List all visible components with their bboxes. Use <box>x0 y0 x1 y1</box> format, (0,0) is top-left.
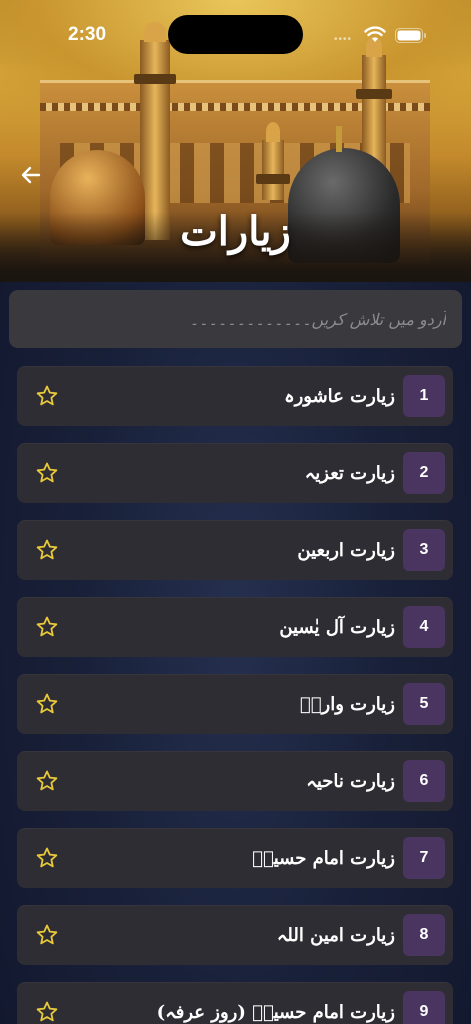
item-number-badge: 8 <box>403 914 445 956</box>
page-title: زیارات <box>180 208 291 255</box>
cellular-signal-icon: •••• <box>334 34 353 45</box>
item-title: زیارت تعزیہ <box>304 462 395 484</box>
item-number-badge: 9 <box>403 991 445 1024</box>
item-number-badge: 4 <box>403 606 445 648</box>
list-item[interactable]: زیارت وارثؑ 5 <box>17 674 453 734</box>
list-item[interactable]: زیارت عاشورہ 1 <box>17 366 453 426</box>
star-outline-icon[interactable] <box>35 461 59 485</box>
list-item[interactable]: زیارت اربعین 3 <box>17 520 453 580</box>
item-number-badge: 5 <box>403 683 445 725</box>
minaret-image <box>256 122 290 200</box>
status-bar: 2:30 •••• <box>0 0 471 70</box>
star-outline-icon[interactable] <box>35 384 59 408</box>
battery-icon <box>395 28 426 43</box>
item-number-badge: 2 <box>403 452 445 494</box>
star-outline-icon[interactable] <box>35 692 59 716</box>
item-title: زیارت عاشورہ <box>284 385 395 407</box>
list-item[interactable]: زیارت آل یٰسین 4 <box>17 597 453 657</box>
list-item[interactable]: زیارت امام حسینؑ 7 <box>17 828 453 888</box>
arrow-left-icon <box>21 166 41 184</box>
back-button[interactable] <box>14 158 48 192</box>
item-title: زیارت آل یٰسین <box>279 616 395 638</box>
dynamic-island <box>168 15 303 54</box>
list-item[interactable]: زیارت تعزیہ 2 <box>17 443 453 503</box>
item-number-badge: 3 <box>403 529 445 571</box>
item-title: زیارت امام حسینؑ (روز عرفہ) <box>156 1001 395 1023</box>
list-item[interactable]: زیارت ناحیہ 6 <box>17 751 453 811</box>
item-title: زیارت امین اللہ <box>276 924 395 946</box>
item-number-badge: 1 <box>403 375 445 417</box>
item-title: زیارت امام حسینؑ <box>252 847 395 869</box>
item-title: زیارت ناحیہ <box>306 770 395 792</box>
status-time: 2:30 <box>68 24 107 45</box>
search-box[interactable] <box>9 290 462 348</box>
item-number-badge: 6 <box>403 760 445 802</box>
search-input[interactable] <box>23 308 448 330</box>
list-item[interactable]: زیارت امام حسینؑ (روز عرفہ) 9 <box>17 982 453 1024</box>
item-number-badge: 7 <box>403 837 445 879</box>
star-outline-icon[interactable] <box>35 846 59 870</box>
item-title: زیارت اربعین <box>297 539 395 561</box>
star-outline-icon[interactable] <box>35 615 59 639</box>
screen: 2:30 •••• زیارات زیارت عاشورہ 1 زیارت تعزی… <box>0 0 471 1024</box>
list-item[interactable]: زیارت امین اللہ 8 <box>17 905 453 965</box>
wifi-icon <box>364 26 386 42</box>
star-outline-icon[interactable] <box>35 538 59 562</box>
star-outline-icon[interactable] <box>35 769 59 793</box>
star-outline-icon[interactable] <box>35 1000 59 1024</box>
star-outline-icon[interactable] <box>35 923 59 947</box>
item-title: زیارت وارثؑ <box>299 693 395 715</box>
